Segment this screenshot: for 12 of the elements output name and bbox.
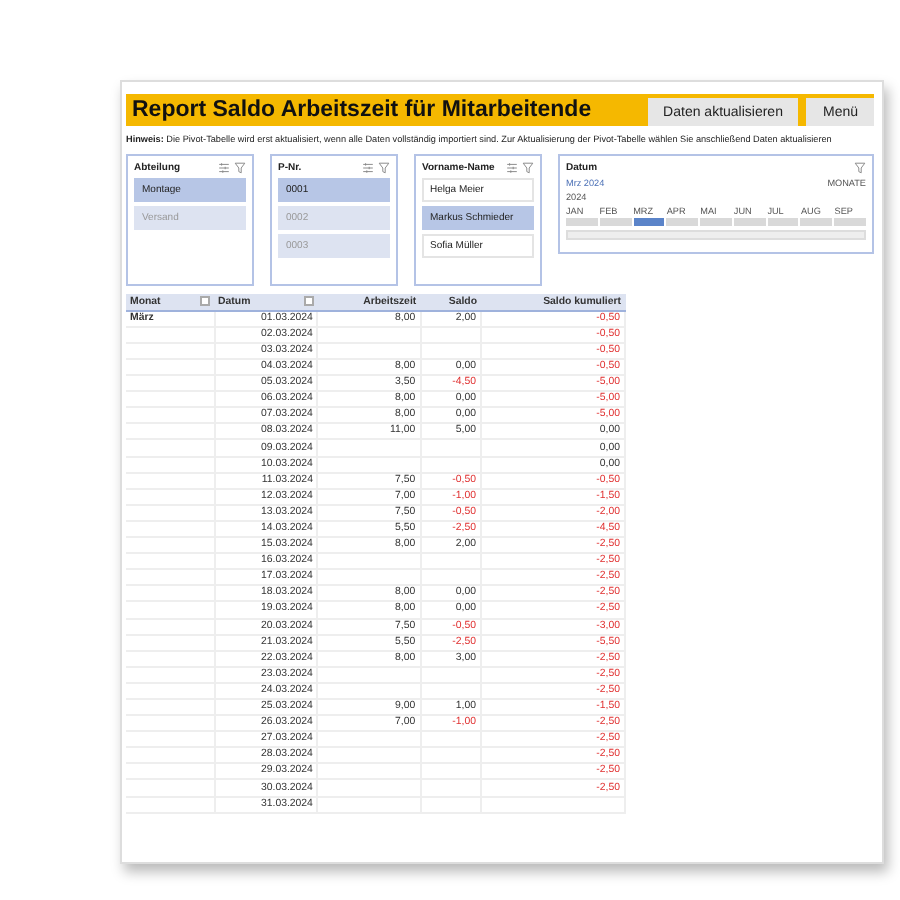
filter-button[interactable] (200, 296, 211, 307)
filter-icon[interactable] (234, 161, 246, 174)
multi-select-icon[interactable] (362, 161, 374, 174)
multi-select-icon[interactable] (506, 161, 518, 174)
report-title: Report Saldo Arbeitszeit für Mitarbeitende (130, 96, 594, 126)
timeline-scrollbar[interactable] (566, 229, 866, 240)
month-bar[interactable] (633, 217, 665, 226)
filter-button[interactable] (303, 296, 314, 307)
multi-select-icon[interactable] (218, 161, 230, 174)
filter-icon[interactable] (522, 161, 534, 174)
filter-icon[interactable] (854, 161, 866, 174)
filter-icon[interactable] (378, 161, 390, 174)
